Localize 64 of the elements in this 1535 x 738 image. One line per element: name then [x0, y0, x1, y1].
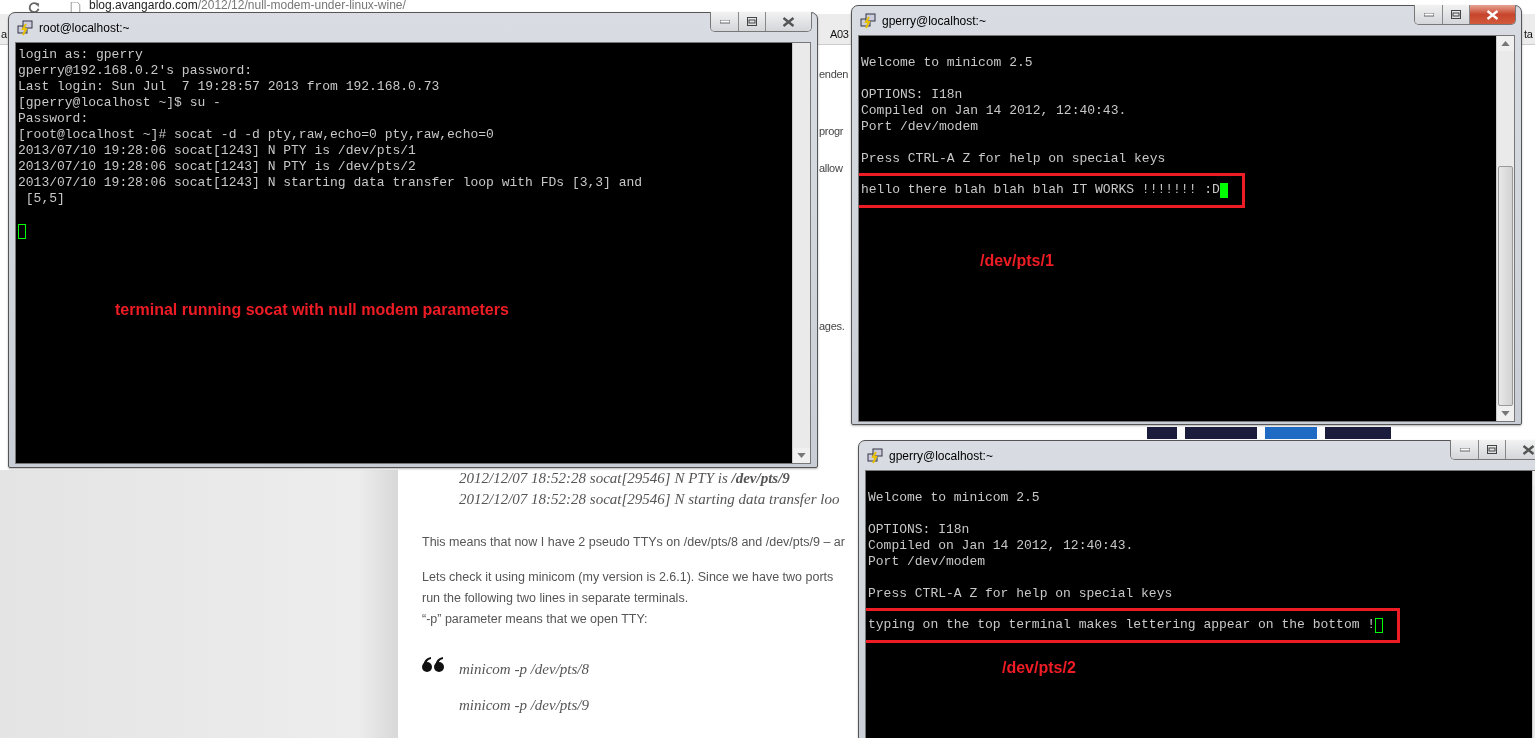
computer-icon: [860, 12, 876, 29]
terminal-line: OPTIONS: I18n: [868, 522, 970, 538]
close-button[interactable]: [1469, 5, 1515, 24]
terminal-line: Welcome to minicom 2.5: [861, 55, 1033, 71]
terminal-line: Welcome to minicom 2.5: [868, 490, 1040, 506]
close-icon: [1486, 9, 1499, 20]
terminal-line: gperry@192.168.0.2's password:: [18, 63, 253, 79]
terminal-line: 2013/07/10 19:28:06 socat[1243] N starting data transfer loop with FDs [3,3] and: [18, 175, 643, 191]
annotation-text: /dev/pts/2: [1002, 659, 1076, 677]
maximize-icon: [1487, 445, 1497, 454]
maximize-button[interactable]: [738, 12, 765, 31]
minimize-icon: [719, 19, 730, 24]
command-line: minicom -p /dev/pts/9: [459, 696, 589, 715]
terminal-line: [gperry@localhost ~]$ su -: [18, 95, 221, 111]
window-title: gperry@localhost:~: [882, 13, 986, 28]
command-line: minicom -p /dev/pts/8: [459, 660, 589, 679]
maximize-icon: [1451, 10, 1461, 19]
maximize-icon: [747, 17, 757, 26]
reload-icon[interactable]: [26, 2, 42, 14]
address-bar-url[interactable]: blog.avangardo.com/2012/12/null-modem-under-linux-wine/: [89, 0, 406, 11]
annotation-text: terminal running socat with null modem parameters: [115, 301, 509, 319]
computer-icon: [17, 19, 33, 36]
down-arrow-icon[interactable]: [797, 453, 806, 458]
log-line: 2012/12/07 18:52:28 socat[29546] N PTY is /dev/pts/9: [459, 469, 791, 488]
article-text: enden: [819, 68, 849, 80]
window-title: gperry@localhost:~: [889, 448, 993, 463]
up-arrow-icon[interactable]: [1501, 41, 1510, 46]
terminal-line: Port /dev/modem: [868, 554, 986, 570]
bookmark-text[interactable]: A03: [830, 28, 849, 40]
terminal-line: Password:: [18, 111, 89, 127]
article-text: progr: [819, 125, 844, 137]
maximize-button[interactable]: [1442, 5, 1469, 24]
down-arrow-icon[interactable]: [1501, 411, 1510, 416]
bookmark-text[interactable]: ta: [1524, 28, 1533, 40]
terminal-line: 2013/07/10 19:28:06 socat[1243] N PTY is /dev/pts/2: [18, 159, 416, 175]
terminal-line: typing on the top terminal makes lettering appear on the bottom !: [868, 617, 1376, 633]
quote-icon: [422, 656, 444, 672]
close-button[interactable]: [765, 12, 811, 31]
terminal-line: Compiled on Jan 14 2012, 12:40:43.: [868, 538, 1134, 554]
terminal-line: hello there blah blah blah IT WORKS !!!!!!! :D: [861, 182, 1220, 198]
article-text: Lets check it using minicom (my version is 2.6.1). Since we have two ports: [422, 569, 835, 586]
terminal-line: Press CTRL-A Z for help on special keys: [868, 586, 1173, 602]
computer-icon: [867, 447, 883, 464]
bookmark-text[interactable]: a: [1, 28, 7, 40]
window-title: root@localhost:~: [39, 20, 130, 35]
article-text: ages.: [819, 320, 845, 332]
terminal-line: login as: gperry: [18, 47, 143, 63]
scrollbar[interactable]: [792, 43, 810, 463]
terminal-line: Compiled on Jan 14 2012, 12:40:43.: [861, 103, 1127, 119]
minimize-icon: [1423, 12, 1434, 17]
terminal-line: [root@localhost ~]# socat -d -d pty,raw,echo=0 pty,raw,echo=0: [18, 127, 494, 143]
terminal-line: Last login: Sun Jul 7 19:28:57 2013 from 192.168.0.73: [18, 79, 440, 95]
scrollbar[interactable]: [1496, 36, 1514, 421]
annotation-text: /dev/pts/1: [980, 252, 1054, 270]
close-icon: [1522, 444, 1535, 455]
terminal-line: OPTIONS: I18n: [861, 87, 963, 103]
minimize-icon: [1459, 447, 1470, 452]
terminal-line: [5,5]: [24, 191, 65, 207]
close-icon: [782, 16, 795, 27]
article-text: allow: [819, 162, 843, 174]
terminal-line: 2013/07/10 19:28:06 socat[1243] N PTY is /dev/pts/1: [18, 143, 416, 159]
terminal-line: Press CTRL-A Z for help on special keys: [861, 151, 1166, 167]
terminal-line: Port /dev/modem: [861, 119, 979, 135]
maximize-button[interactable]: [1478, 440, 1505, 459]
